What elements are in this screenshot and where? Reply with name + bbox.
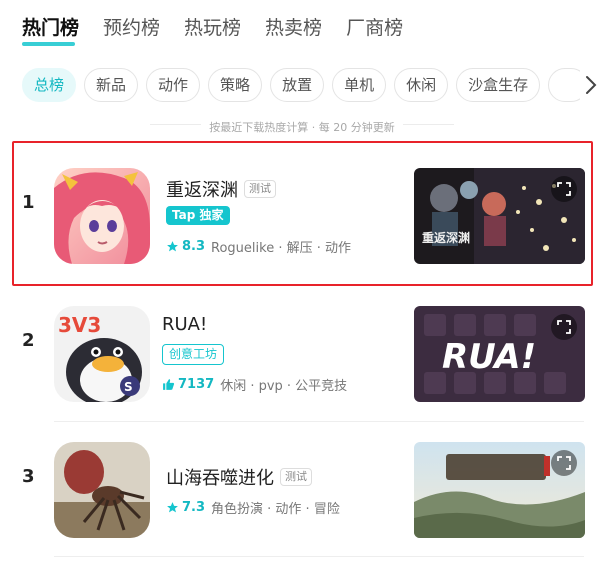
genre-tags: Roguelike · 解压 · 动作 xyxy=(211,241,352,256)
game-title[interactable]: 重返深渊 xyxy=(166,176,238,202)
creative-workshop-badge: 创意工坊 xyxy=(162,344,225,365)
expand-icon xyxy=(557,456,571,470)
penguin-3v3-icon[interactable]: S 3V3 xyxy=(54,306,150,402)
rank-number: 1 xyxy=(22,192,35,213)
title-line: RUA! xyxy=(162,314,207,335)
star-icon xyxy=(167,502,178,513)
svg-text:重返深渊: 重返深渊 xyxy=(422,230,470,245)
score-value: 8.3 xyxy=(182,239,206,254)
tab-hot-sale[interactable]: 热卖榜 xyxy=(265,14,322,42)
likes-value: 7137 xyxy=(178,377,215,392)
svg-text:S: S xyxy=(124,380,133,394)
genre-tags: 角色扮演 · 动作 · 冒险 xyxy=(211,502,340,517)
test-badge: 测试 xyxy=(280,468,312,486)
chip-strategy[interactable]: 策略 xyxy=(208,68,263,102)
game-screenshot[interactable] xyxy=(414,442,585,538)
game-row[interactable]: 2 S 3V3 RUA! 创意工坊 7137 休闲 · pvp · 公平竞技 R… xyxy=(0,274,604,408)
tab-reserve[interactable]: 预约榜 xyxy=(103,14,160,42)
rank-number: 3 xyxy=(22,466,35,487)
tap-exclusive-badge: Tap 独家 xyxy=(166,206,230,225)
game-meta: 8.3 Roguelike · 解压 · 动作 xyxy=(166,237,351,256)
tab-hot-play[interactable]: 热玩榜 xyxy=(184,14,241,42)
svg-text:3V3: 3V3 xyxy=(58,313,101,337)
chips-next-arrow[interactable] xyxy=(580,70,602,100)
sort-note: 按最近下载热度计算 · 每 20 分钟更新 xyxy=(0,116,604,135)
title-line: 山海吞噬进化 测试 xyxy=(166,464,312,490)
score: 8.3 xyxy=(166,239,205,254)
chip-all[interactable]: 总榜 xyxy=(22,68,77,102)
game-screenshot[interactable]: 重返深渊 xyxy=(414,168,585,264)
game-title[interactable]: 山海吞噬进化 xyxy=(166,464,274,490)
category-chips: 总榜 新品 动作 策略 放置 单机 休闲 沙盒生存 xyxy=(22,68,582,102)
score-value: 7.3 xyxy=(182,500,206,515)
chip-more[interactable] xyxy=(548,68,582,102)
chevron-right-icon xyxy=(586,76,597,94)
title-line: 重返深渊 测试 xyxy=(166,176,276,202)
game-title[interactable]: RUA! xyxy=(162,314,207,335)
expand-button[interactable] xyxy=(551,176,577,202)
game-meta: 7.3 角色扮演 · 动作 · 冒险 xyxy=(166,498,340,517)
thumbs-up-icon xyxy=(163,379,175,390)
anime-girl-icon[interactable] xyxy=(54,168,150,264)
likes: 7137 xyxy=(162,377,214,392)
rank-number: 2 xyxy=(22,330,35,351)
chip-casual[interactable]: 休闲 xyxy=(394,68,449,102)
game-row[interactable]: 1 重返深渊 测试 Tap 独家 8.3 Roguelike · 解压 · 动作… xyxy=(0,136,604,270)
sort-note-text: 按最近下载热度计算 · 每 20 分钟更新 xyxy=(201,121,403,134)
star-icon xyxy=(167,241,178,252)
score: 7.3 xyxy=(166,500,205,515)
tab-vendor[interactable]: 厂商榜 xyxy=(346,14,403,42)
tab-hot[interactable]: 热门榜 xyxy=(22,14,79,46)
row-divider xyxy=(54,421,584,422)
spider-monster-icon[interactable] xyxy=(54,442,150,538)
expand-icon xyxy=(557,182,571,196)
game-screenshot[interactable]: RUA! xyxy=(414,306,585,402)
ranking-tabs: 热门榜 预约榜 热玩榜 热卖榜 厂商榜 xyxy=(22,14,403,46)
expand-icon xyxy=(557,320,571,334)
test-badge: 测试 xyxy=(244,180,276,198)
expand-button[interactable] xyxy=(551,450,577,476)
row-divider xyxy=(54,556,584,557)
chip-idle[interactable]: 放置 xyxy=(270,68,325,102)
game-meta: 7137 休闲 · pvp · 公平竞技 xyxy=(162,375,347,394)
chip-single[interactable]: 单机 xyxy=(332,68,387,102)
chip-action[interactable]: 动作 xyxy=(146,68,201,102)
expand-button[interactable] xyxy=(551,314,577,340)
genre-tags: 休闲 · pvp · 公平竞技 xyxy=(220,379,348,394)
game-row[interactable]: 3 山海吞噬进化 测试 7.3 角色扮演 · 动作 · 冒险 xyxy=(0,410,604,557)
chip-new[interactable]: 新品 xyxy=(84,68,139,102)
chip-sandbox[interactable]: 沙盒生存 xyxy=(456,68,541,102)
thumb-logo-text: RUA! xyxy=(442,337,536,377)
